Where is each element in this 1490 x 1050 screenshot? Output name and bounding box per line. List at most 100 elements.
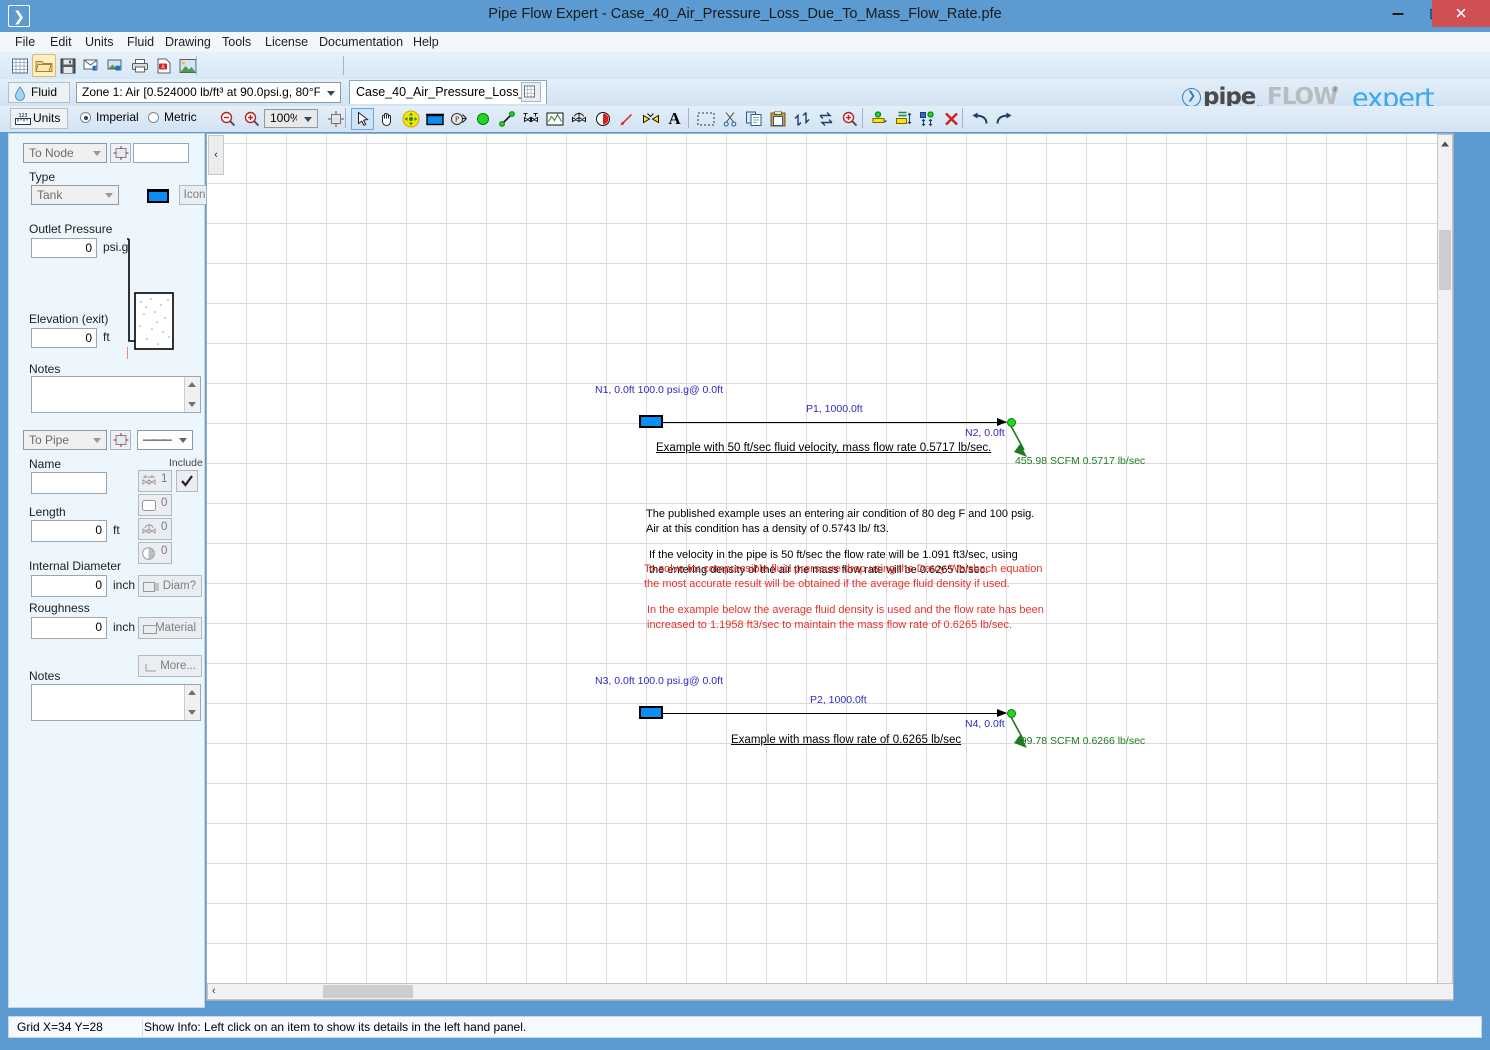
node-target-select[interactable]: To Node [23, 143, 107, 163]
pipe-notes-textarea[interactable] [31, 684, 201, 721]
pipe-name-input[interactable] [31, 472, 107, 494]
menu-fluid[interactable]: Fluid [124, 34, 157, 51]
scroll-up-button[interactable] [1438, 136, 1452, 151]
material-button-label: Material [155, 622, 196, 634]
vertical-scrollbar-thumb[interactable] [1439, 230, 1451, 290]
component-tool[interactable] [543, 108, 566, 130]
pipe-line-p2[interactable] [663, 713, 1006, 714]
pump-tool[interactable] [591, 108, 614, 130]
tank-node-n3[interactable] [639, 706, 663, 719]
text-tool[interactable]: A [663, 108, 686, 130]
menu-drawing[interactable]: Drawing [162, 34, 214, 51]
print-button[interactable] [128, 54, 152, 77]
text-a-icon: A [668, 109, 681, 128]
flip-vertical-tool[interactable] [790, 108, 813, 130]
open-file-button[interactable] [32, 54, 56, 77]
elevation-input[interactable]: 0 [31, 328, 97, 348]
align-vertical-tool[interactable] [916, 108, 939, 130]
align-horizontal-tool[interactable] [892, 108, 915, 130]
pipe-target-select[interactable]: To Pipe [23, 430, 107, 450]
title-bar: ❯ Pipe Flow Expert - Case_40_Air_Pressur… [0, 0, 1490, 32]
menu-license[interactable]: License [262, 34, 311, 51]
pipe-roughness-input[interactable]: 0 [31, 617, 107, 639]
material-button[interactable]: Material [138, 617, 202, 639]
node-type-label: Type [29, 170, 56, 184]
fit-to-screen-button[interactable] [324, 108, 347, 130]
fluid-button[interactable]: Fluid [8, 82, 70, 103]
outlet-pressure-input[interactable]: 0 [31, 238, 97, 258]
control-valve-tool[interactable] [567, 108, 590, 130]
minimize-button[interactable] [1379, 0, 1417, 27]
include-checkbox[interactable] [176, 470, 198, 492]
align-node-icon [872, 111, 887, 123]
menu-file[interactable]: File [12, 34, 38, 51]
components-button[interactable]: 0 [138, 494, 172, 516]
pdf-button[interactable]: A [152, 54, 176, 77]
more-button[interactable]: More... [138, 655, 202, 677]
node-name-input[interactable] [133, 143, 189, 163]
move-node-tool[interactable] [399, 108, 422, 130]
pumps-button[interactable]: 0 [138, 542, 172, 564]
menu-tools[interactable]: Tools [219, 34, 254, 51]
delete-tool[interactable] [940, 108, 963, 130]
menu-documentation[interactable]: Documentation [316, 34, 406, 51]
scroll-left-button[interactable]: ‹ [212, 985, 216, 997]
horizontal-scrollbar[interactable]: ‹ [207, 983, 1453, 1000]
export-image-button[interactable] [104, 54, 128, 77]
new-tab-button[interactable] [521, 82, 541, 102]
elevation-label: Elevation (exit) [29, 312, 109, 326]
paste-tool[interactable] [766, 108, 789, 130]
email-button[interactable] [80, 54, 104, 77]
pipe-length-input[interactable]: 0 [31, 520, 107, 542]
vertical-scrollbar[interactable] [1437, 134, 1453, 1000]
zoom-level-select[interactable]: 100% [264, 109, 318, 128]
collapse-panel-button[interactable]: ‹ [208, 135, 224, 175]
node-notes-scrollbar[interactable] [184, 377, 200, 412]
valves-button[interactable]: 0 [138, 518, 172, 540]
menu-help[interactable]: Help [410, 34, 442, 51]
valve-tool[interactable] [519, 108, 542, 130]
zoom-in-button[interactable] [240, 108, 263, 130]
redo-tool[interactable] [992, 108, 1015, 130]
menu-units[interactable]: Units [82, 34, 116, 51]
copy-tool[interactable] [742, 108, 765, 130]
fittings-button[interactable]: 1 [138, 470, 172, 492]
tank-tool[interactable] [423, 108, 446, 130]
select-pointer-tool[interactable] [351, 108, 374, 130]
document-tab[interactable]: Case_40_Air_Pressure_Loss_ ✕ [349, 80, 547, 104]
menu-edit[interactable]: Edit [47, 34, 75, 51]
new-grid-button[interactable] [8, 54, 32, 77]
close-button[interactable]: ✕ [1432, 0, 1490, 27]
marquee-select-tool[interactable] [694, 108, 717, 130]
pipe-line-p1[interactable] [663, 422, 1006, 423]
chevron-down-icon [105, 193, 113, 198]
zoom-out-button[interactable] [216, 108, 239, 130]
undo-tool[interactable] [968, 108, 991, 130]
flow-arrow-tool[interactable] [615, 108, 638, 130]
pipe-notes-scrollbar[interactable] [184, 685, 200, 720]
flip-horizontal-tool[interactable] [814, 108, 837, 130]
pipe-tool[interactable] [495, 108, 518, 130]
node-notes-textarea[interactable] [31, 376, 201, 413]
node-locate-button[interactable] [110, 143, 131, 163]
join-node-tool[interactable] [471, 108, 494, 130]
cut-tool[interactable] [718, 108, 741, 130]
fluid-zone-select[interactable]: Zone 1: Air [0.524000 lb/ft³ at 90.0psi.… [76, 82, 341, 103]
pipe-diameter-input[interactable]: 0 [31, 575, 107, 597]
check-valve-tool[interactable] [639, 108, 662, 130]
align-node-tool[interactable] [868, 108, 891, 130]
drawing-canvas[interactable]: ‹ N1, 0.0ft 100.0 psi.g@ 0.0ft P1, 1000.… [206, 133, 1454, 1001]
pressure-node-tool[interactable]: P [447, 108, 470, 130]
checkmark-icon [181, 475, 193, 487]
zoom-level-value: 100% [270, 111, 297, 125]
tank-node-n1[interactable] [639, 415, 663, 428]
node-type-select[interactable]: Tank [31, 185, 119, 205]
zoom-window-tool[interactable] [838, 108, 861, 130]
units-button[interactable]: 123 Units [10, 108, 68, 129]
diameter-button[interactable]: Diam? [138, 575, 202, 597]
horizontal-scrollbar-thumb[interactable] [323, 985, 413, 998]
pipe-locate-button[interactable] [110, 430, 131, 450]
pan-hand-tool[interactable] [375, 108, 398, 130]
save-button[interactable] [56, 54, 80, 77]
pipe-linestyle-select[interactable]: ——— [137, 430, 193, 450]
